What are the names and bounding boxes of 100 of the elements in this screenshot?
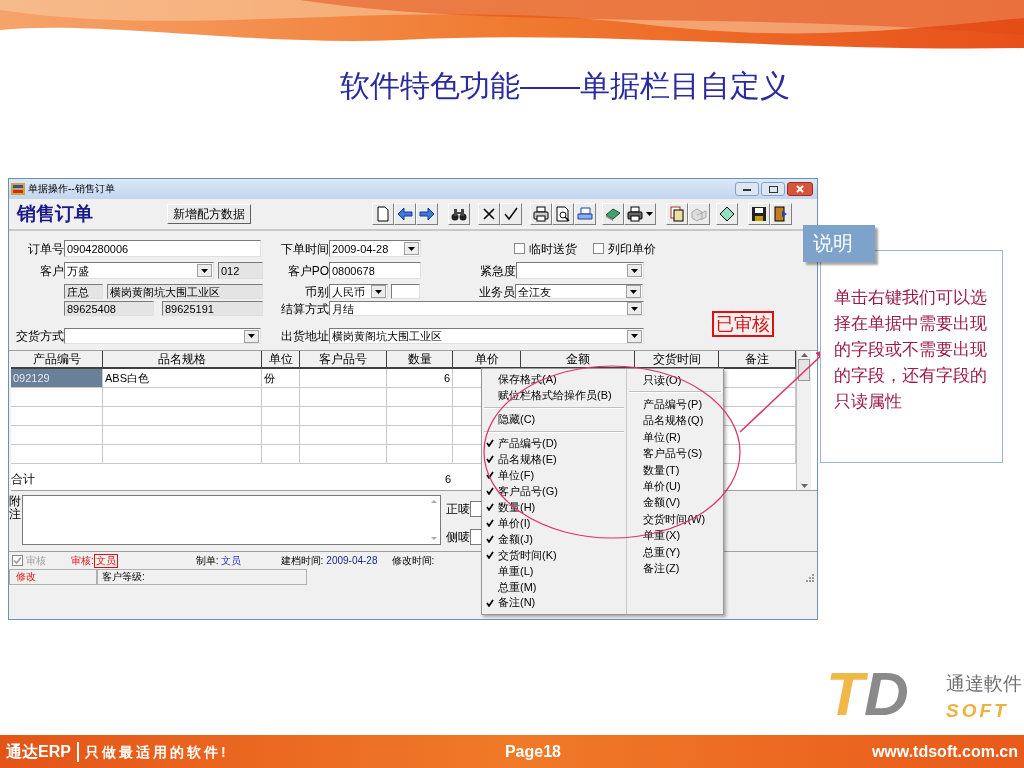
input-field[interactable]: 0904280006 [64, 240, 261, 257]
right-arrow-icon[interactable] [419, 206, 435, 222]
field-label: 结算方式 [280, 300, 329, 317]
input-field[interactable]: 89625408 [64, 301, 154, 316]
diamond-icon[interactable] [719, 206, 735, 222]
input-field[interactable]: 庄总 [64, 284, 103, 299]
menu-item[interactable]: 单价(U) [643, 480, 681, 494]
column-header[interactable]: 产品编号 [11, 351, 103, 369]
logo-soft: SOFT [946, 700, 1009, 722]
menu-item[interactable]: 客户品号(S) [643, 447, 703, 461]
menu-item[interactable]: 备注(Z) [643, 562, 680, 575]
save-icon[interactable] [751, 206, 767, 222]
total-label: 合计 [11, 471, 36, 487]
form-heading: 销售订单 [17, 202, 94, 226]
table-cell [262, 407, 300, 426]
column-header[interactable]: 品名规格 [103, 351, 262, 369]
table-cell [262, 388, 300, 407]
dropdown-field[interactable]: 全江友 [515, 284, 643, 299]
dropdown-field[interactable]: 横岗黄阁坑大围工业区 [329, 328, 644, 344]
input-field[interactable]: 横岗黄阁坑大围工业区 [107, 284, 263, 299]
column-header[interactable]: 单位 [262, 351, 300, 369]
column-header[interactable]: 单价 [453, 351, 521, 369]
menu-item[interactable]: 品名规格(E) [498, 452, 557, 466]
table-cell [387, 407, 453, 426]
column-header[interactable]: 数量 [387, 351, 453, 369]
menu-item[interactable]: 数量(T) [643, 463, 680, 477]
column-header[interactable]: 金额 [521, 351, 635, 369]
column-header[interactable]: 交货时间 [635, 351, 719, 369]
menu-item[interactable]: 产品编号(D) [498, 436, 558, 450]
close-icon[interactable] [796, 185, 804, 193]
remarks-label: 附注 [9, 495, 22, 523]
menu-item[interactable]: 单位(F) [498, 468, 535, 482]
auditor-label: 审核: [71, 554, 94, 567]
dropdown-field[interactable]: 2009-04-28 [329, 240, 421, 257]
field-label: 下单时间 [280, 240, 329, 257]
menu-item[interactable]: 产品编号(P) [643, 398, 703, 412]
menu-item[interactable]: 单位(R) [643, 430, 681, 444]
dropdown-field[interactable]: 月结 [329, 301, 644, 316]
field-label: 交货方式 [15, 328, 64, 344]
footer-brand: 通达ERP [6, 741, 71, 762]
left-arrow-icon[interactable] [397, 206, 413, 222]
menu-item[interactable]: 品名规格(Q) [643, 414, 704, 428]
maximize-icon[interactable] [768, 185, 778, 193]
checkmark-icon [13, 556, 22, 565]
menu-item[interactable]: 总重(Y) [643, 545, 681, 559]
printer-icon[interactable] [533, 206, 549, 222]
menu-item[interactable]: 金额(V) [643, 496, 681, 510]
book-icon[interactable] [605, 206, 621, 222]
checkmark-icon[interactable] [503, 206, 519, 222]
scrollbar-thumb[interactable] [798, 359, 810, 381]
menu-item[interactable]: 金额(J) [498, 532, 533, 546]
scroll-up-icon[interactable] [800, 353, 808, 357]
exit-door-icon[interactable] [773, 206, 789, 222]
checkbox[interactable] [514, 243, 525, 254]
menu-item[interactable]: 客户品号(G) [498, 484, 558, 498]
menu-item[interactable]: 备注(N) [498, 596, 536, 610]
menu-item[interactable]: 总重(M) [498, 580, 537, 594]
delete-icon[interactable] [481, 206, 497, 222]
menu-item[interactable]: 交货时间(W) [643, 512, 706, 526]
add-formula-button[interactable]: 新增配方数据 [167, 204, 251, 224]
table-cell [262, 445, 300, 464]
column-header[interactable]: 客户品号 [300, 351, 387, 369]
menu-item[interactable]: 保存格式(A) [498, 373, 557, 387]
new-document-icon[interactable] [375, 206, 391, 222]
menu-item[interactable]: 只读(O) [643, 373, 682, 387]
dropdown-field[interactable] [64, 328, 261, 344]
minimize-icon[interactable] [743, 187, 751, 191]
table-cell: 6 [387, 369, 453, 388]
printer-icon[interactable] [627, 206, 643, 222]
printer-icon[interactable] [577, 206, 593, 222]
checkbox-label: 审核 [26, 554, 47, 567]
print-preview-icon[interactable] [555, 206, 571, 222]
dropdown-field[interactable]: 万盛 [64, 262, 214, 279]
caret-icon [631, 334, 638, 338]
dropdown-field[interactable]: 人民币 [329, 284, 388, 299]
caret-icon [631, 268, 638, 273]
input-field[interactable]: 012 [218, 262, 263, 279]
checkbox[interactable] [593, 243, 604, 254]
column-header[interactable]: 备注 [719, 351, 796, 369]
footer-slogan: 只做最适用的软件! [84, 742, 230, 762]
menu-item[interactable]: 单价(I) [498, 516, 531, 530]
field-label: 出货地址 [280, 328, 329, 344]
menu-item[interactable]: 交货时间(K) [498, 548, 557, 562]
document-icon[interactable] [669, 206, 685, 222]
input-field[interactable]: 0800678 [329, 262, 421, 279]
slide-title: 软件特色功能——单据栏目自定义 [340, 68, 790, 104]
logo-name: 通達軟件 [946, 672, 1022, 696]
input-field[interactable] [391, 284, 420, 299]
binoculars-icon[interactable] [451, 206, 467, 222]
creator-value: 文员 [220, 554, 241, 567]
menu-item[interactable]: 隐藏(C) [498, 413, 536, 427]
caret-icon [631, 306, 638, 311]
auditor-value: 文员 [93, 553, 118, 568]
menu-item[interactable]: 单重(L) [498, 564, 534, 578]
resize-grip-icon[interactable] [805, 572, 814, 582]
caret-icon [646, 212, 653, 216]
field-label: 订单号 [27, 240, 64, 257]
dropdown-field[interactable] [516, 262, 644, 279]
input-field[interactable]: 89625191 [162, 301, 263, 316]
scroll-down-icon[interactable] [800, 484, 808, 488]
